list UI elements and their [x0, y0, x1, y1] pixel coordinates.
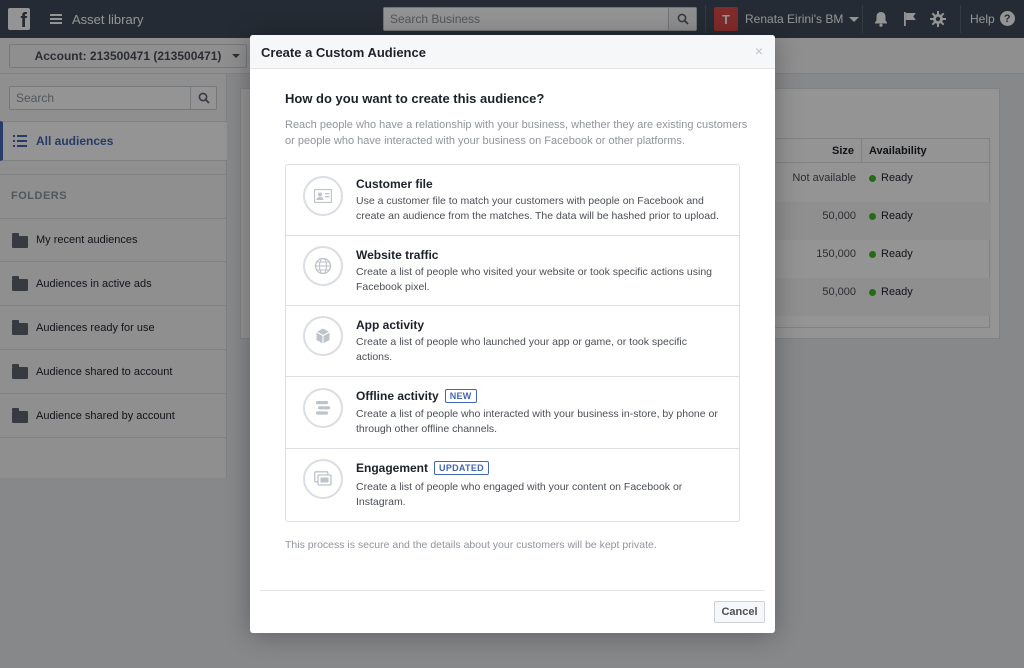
option-title: Customer file — [356, 177, 433, 191]
offline-stack-icon — [303, 388, 343, 428]
dialog-title: Create a Custom Audience — [261, 45, 426, 60]
globe-icon — [303, 246, 343, 286]
dialog-intro: Reach people who have a relationship wit… — [285, 119, 748, 147]
dialog-header: Create a Custom Audience × — [250, 35, 775, 69]
option-engagement[interactable]: Engagement UPDATED Create a list of peopl… — [286, 449, 739, 521]
new-badge: NEW — [444, 389, 477, 403]
close-icon[interactable]: × — [753, 44, 765, 58]
option-offline-activity[interactable]: Offline activity NEW Create a list of peo… — [286, 377, 739, 449]
updated-badge: UPDATED — [434, 461, 489, 475]
option-description: Create a list of people who launched you… — [356, 336, 687, 363]
option-customer-file[interactable]: Customer file Use a customer file to mat… — [286, 165, 739, 236]
option-title: Website traffic — [356, 248, 439, 262]
privacy-note: This process is secure and the details a… — [285, 539, 657, 551]
option-description: Create a list of people who visited your… — [356, 266, 713, 293]
dialog-question: How do you want to create this audience? — [285, 91, 545, 106]
option-description: Create a list of people who engaged with… — [356, 481, 683, 508]
create-custom-audience-dialog: Create a Custom Audience × How do you wa… — [250, 35, 775, 633]
option-description: Create a list of people who interacted w… — [356, 408, 718, 435]
option-title: App activity — [356, 318, 425, 332]
cancel-button[interactable]: Cancel — [714, 601, 765, 623]
contact-card-icon — [303, 176, 343, 216]
option-description: Use a customer file to match your custom… — [356, 195, 719, 222]
divider — [260, 590, 765, 591]
option-title: Offline activity NEW — [356, 389, 477, 403]
option-title: Engagement UPDATED — [356, 461, 489, 475]
engagement-icon — [303, 459, 343, 499]
audience-source-options: Customer file Use a customer file to mat… — [285, 164, 740, 522]
option-app-activity[interactable]: App activity Create a list of people who… — [286, 306, 739, 377]
cube-icon — [303, 316, 343, 356]
option-website-traffic[interactable]: Website traffic Create a list of people … — [286, 236, 739, 306]
